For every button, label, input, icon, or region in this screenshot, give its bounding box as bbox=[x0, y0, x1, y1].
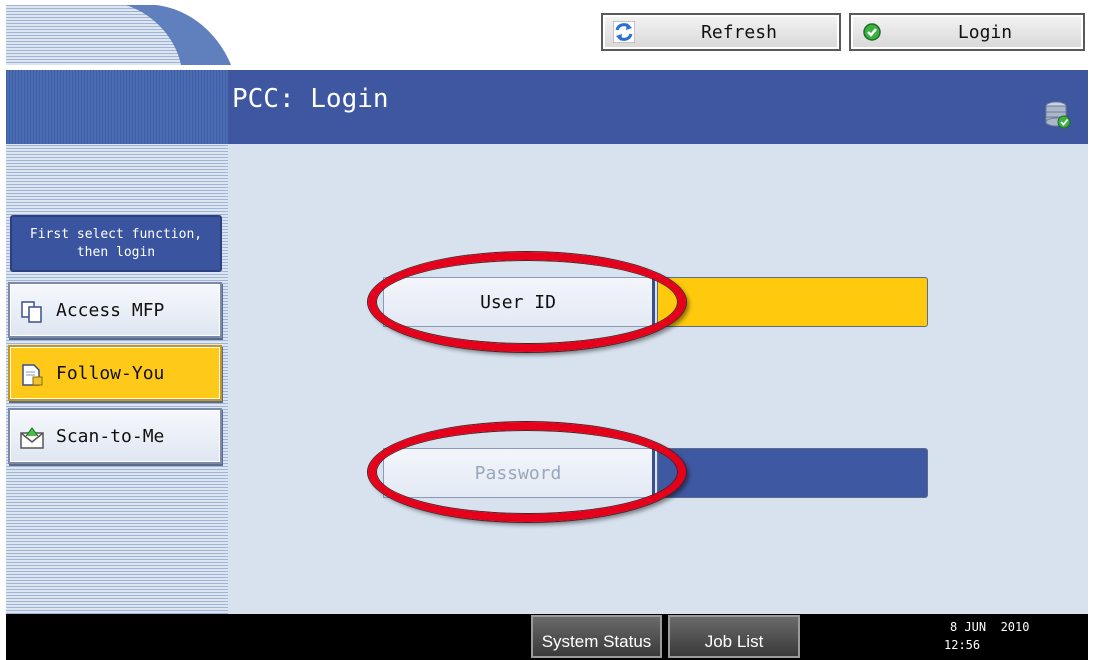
left-panel-header bbox=[6, 70, 228, 144]
user-id-field[interactable] bbox=[657, 277, 928, 327]
date-text: 8 JUN 2010 bbox=[950, 620, 1030, 634]
access-mfp-label: Access MFP bbox=[56, 299, 165, 321]
mfp-screen: Refresh Login PCC: Login First select fu… bbox=[0, 0, 1093, 660]
login-button[interactable]: Login bbox=[849, 13, 1085, 51]
document-lock-icon bbox=[22, 364, 43, 386]
document-copy-icon bbox=[21, 301, 42, 323]
date-time-display: 8 JUN 2010 12:56 bbox=[944, 618, 1029, 654]
main-content-area bbox=[228, 144, 1088, 614]
check-circle-icon bbox=[863, 23, 881, 41]
time-text: 12:56 bbox=[944, 638, 981, 652]
refresh-button[interactable]: Refresh bbox=[601, 13, 841, 51]
user-id-highlight-ring bbox=[368, 252, 686, 352]
page-title: PCC: Login bbox=[232, 84, 389, 114]
job-list-button[interactable]: Job List bbox=[668, 615, 800, 658]
scan-to-me-label: Scan-to-Me bbox=[56, 425, 165, 447]
envelope-scan-icon bbox=[20, 427, 44, 449]
follow-you-button[interactable]: Follow-You bbox=[8, 345, 222, 401]
refresh-icon bbox=[613, 21, 635, 43]
scan-to-me-button[interactable]: Scan-to-Me bbox=[8, 408, 222, 464]
system-status-button[interactable]: System Status bbox=[531, 615, 662, 658]
left-panel bbox=[6, 70, 228, 614]
password-field[interactable] bbox=[657, 448, 928, 498]
login-label: Login bbox=[957, 21, 1013, 43]
follow-you-label: Follow-You bbox=[56, 362, 165, 384]
decorative-swoosh bbox=[6, 5, 231, 65]
function-hint: First select function, then login bbox=[10, 215, 222, 272]
database-status-icon bbox=[1045, 101, 1071, 129]
password-highlight-ring bbox=[368, 422, 686, 522]
refresh-label: Refresh bbox=[701, 21, 777, 43]
access-mfp-button[interactable]: Access MFP bbox=[8, 282, 222, 338]
